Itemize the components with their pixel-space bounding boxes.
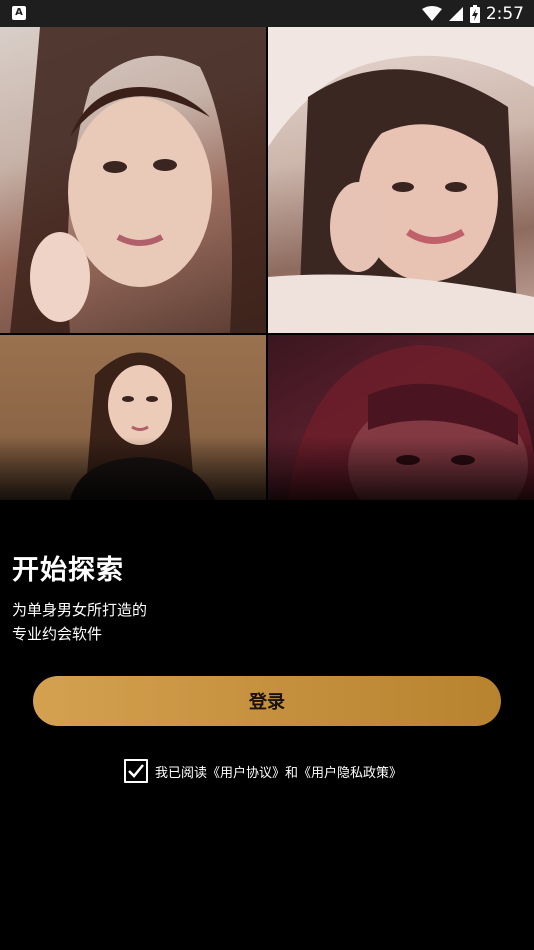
checkmark-icon [128, 764, 144, 778]
page-subtitle: 为单身男女所打造的 专业约会软件 [12, 598, 147, 646]
user-agreement-link[interactable]: 《用户协议》 [207, 766, 285, 781]
status-bar: A 2:57 [0, 0, 534, 27]
photo-grid [0, 27, 534, 500]
profile-photo-2 [268, 27, 534, 333]
subtitle-line-2: 专业约会软件 [12, 625, 103, 643]
battery-charging-icon [469, 4, 480, 23]
photo-grid-fade [0, 437, 534, 500]
privacy-policy-link[interactable]: 《用户隐私政策》 [298, 766, 402, 781]
page-title: 开始探索 [12, 555, 124, 586]
agreement-conjunction: 和 [285, 765, 299, 781]
app-notification-icon: A [12, 6, 26, 20]
profile-photo-1 [0, 27, 266, 333]
subtitle-line-1: 为单身男女所打造的 [12, 601, 148, 619]
agreement-text: 我已阅读《用户协议》和《用户隐私政策》 [155, 762, 402, 781]
wifi-icon [421, 5, 442, 21]
cellular-signal-icon [448, 6, 463, 21]
agreement-row: 我已阅读《用户协议》和《用户隐私政策》 [124, 758, 402, 784]
agreement-prefix: 我已阅读 [155, 765, 208, 781]
login-button[interactable]: 登录 [33, 676, 501, 726]
agreement-checkbox[interactable] [124, 759, 148, 783]
clock-time: 2:57 [485, 3, 524, 24]
login-screen: A 2:57 开始探索 为单身男女所打造的 专业约会软件 登录 我已阅读《用户协… [0, 0, 534, 950]
status-icons: 2:57 [421, 0, 524, 27]
